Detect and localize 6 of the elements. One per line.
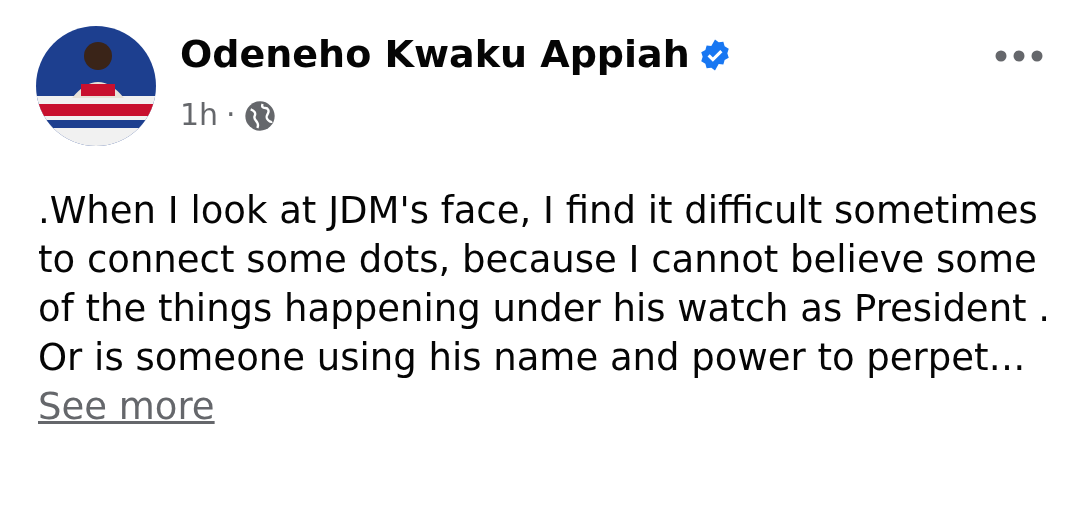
author-name[interactable]: Odeneho Kwaku Appiah [180, 34, 690, 76]
post-text: .When I look at JDM's face, I find it difficult sometimes to connect some dots, because I cannot believe some of the things happening under his watch as President . Or is someone using his name and power to perpet… See more [37, 188, 1052, 430]
post-time[interactable]: 1h [180, 91, 219, 137]
more-options-icon[interactable] [995, 50, 1043, 62]
see-more-link[interactable]: See more [38, 385, 215, 428]
separator: · [226, 95, 236, 134]
